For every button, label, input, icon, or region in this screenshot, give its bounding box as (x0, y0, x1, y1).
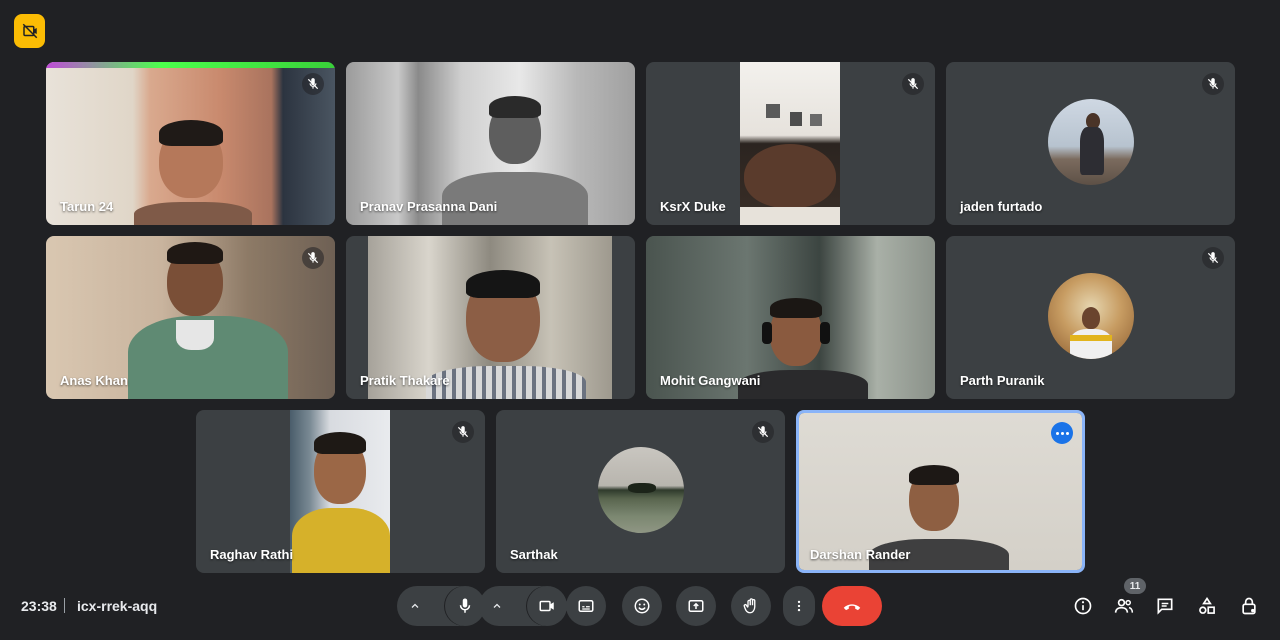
chat-button[interactable] (1151, 592, 1179, 620)
bottom-control-bar: 23:38 icx-rrek-aqq (0, 570, 1280, 640)
mic-off-icon (302, 73, 324, 95)
video-options-button[interactable] (479, 586, 515, 626)
mic-off-icon (452, 421, 474, 443)
reactions-button[interactable] (622, 586, 662, 626)
info-icon (1074, 597, 1092, 615)
participant-name: Pratik Thakare (360, 373, 450, 388)
activities-button[interactable] (1193, 592, 1221, 620)
no-camera-presenting-icon (22, 23, 37, 39)
host-controls-button[interactable] (1235, 592, 1263, 620)
chevron-up-icon (411, 603, 419, 608)
mic-off-icon (1202, 247, 1224, 269)
mic-control (397, 586, 485, 626)
leave-call-button[interactable] (822, 586, 882, 626)
participant-tile-sarthak[interactable]: Sarthak (496, 410, 785, 573)
participant-tile-ksrx[interactable]: KsrX Duke (646, 62, 935, 225)
participant-video (740, 62, 840, 225)
participant-tile-anas[interactable]: Anas Khan (46, 236, 335, 399)
mic-off-icon (1202, 73, 1224, 95)
participant-tile-jaden[interactable]: jaden furtado (946, 62, 1235, 225)
participant-tile-mohit[interactable]: Mohit Gangwani (646, 236, 935, 399)
participant-tile-parth[interactable]: Parth Puranik (946, 236, 1235, 399)
participant-name: Pranav Prasanna Dani (360, 199, 498, 214)
participant-name: Tarun 24 (60, 199, 114, 214)
avatar (597, 446, 684, 533)
chevron-up-icon (493, 603, 501, 608)
participant-tile-darshan[interactable]: Darshan Rander (796, 410, 1085, 573)
mic-off-icon (302, 247, 324, 269)
people-icon (1114, 598, 1134, 613)
raise-hand-button[interactable] (731, 586, 771, 626)
end-call-icon (843, 604, 861, 611)
camera-off-indicator[interactable] (14, 14, 45, 48)
emoji-icon (634, 598, 650, 614)
chat-icon (1157, 598, 1173, 615)
camera-control (479, 586, 567, 626)
audio-options-button[interactable] (397, 586, 433, 626)
participant-name: Anas Khan (60, 373, 128, 388)
meeting-details-button[interactable] (1069, 592, 1097, 620)
participant-tile-pratik[interactable]: Pratik Thakare (346, 236, 635, 399)
mic-off-icon (902, 73, 924, 95)
participant-name: Raghav Rathi (210, 547, 294, 562)
present-button[interactable] (676, 586, 716, 626)
divider (64, 598, 65, 613)
participant-tile-pranav[interactable]: Pranav Prasanna Dani (346, 62, 635, 225)
people-button[interactable] (1110, 592, 1138, 620)
participants-count-badge: 11 (1124, 578, 1146, 594)
raise-hand-icon (743, 598, 756, 614)
more-options-button[interactable] (783, 586, 815, 626)
participant-name: jaden furtado (960, 199, 1043, 214)
participant-name: KsrX Duke (660, 199, 726, 214)
host-controls-icon (1242, 597, 1256, 615)
mic-off-icon (752, 421, 774, 443)
more-vert-icon (797, 600, 801, 612)
activities-icon (1199, 596, 1215, 614)
participant-name: Mohit Gangwani (660, 373, 761, 388)
meeting-code[interactable]: icx-rrek-aqq (77, 598, 157, 614)
captions-button[interactable] (566, 586, 606, 626)
camera-icon (539, 600, 554, 612)
captions-icon (578, 600, 594, 612)
participant-tile-tarun[interactable]: Tarun 24 (46, 62, 335, 225)
participant-tile-raghav[interactable]: Raghav Rathi (196, 410, 485, 573)
participant-video (290, 410, 390, 573)
camera-toggle-button[interactable] (527, 586, 567, 626)
participant-name: Parth Puranik (960, 373, 1045, 388)
participant-name: Darshan Rander (810, 547, 911, 562)
participant-name: Sarthak (510, 547, 558, 562)
mic-icon (459, 598, 471, 613)
avatar (1047, 272, 1134, 359)
more-options-button[interactable] (1051, 422, 1073, 444)
present-icon (688, 600, 704, 612)
meeting-time: 23:38 (21, 598, 57, 614)
avatar (1047, 98, 1134, 185)
